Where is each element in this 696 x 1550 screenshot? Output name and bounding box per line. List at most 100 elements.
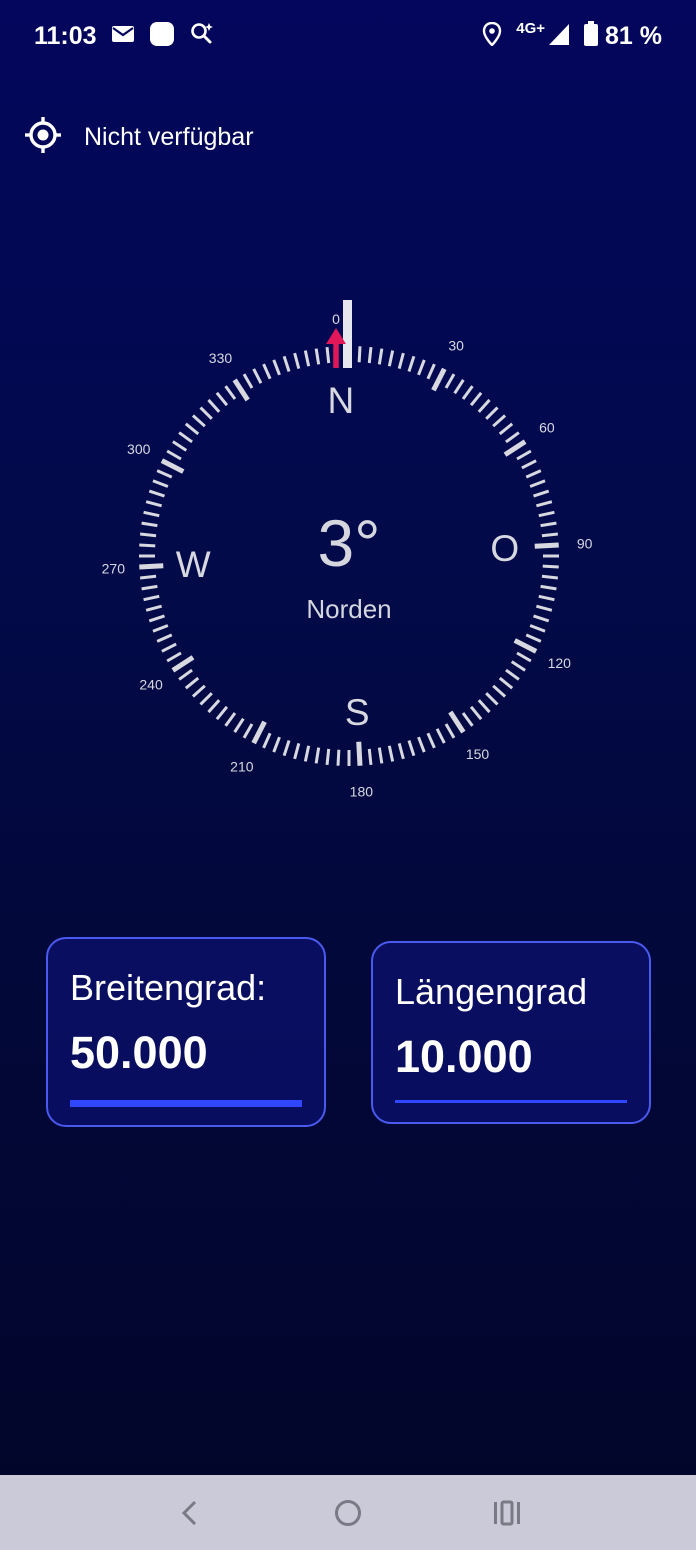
mail-icon [111,24,135,49]
status-bar-left: 11:03 [34,21,215,52]
minor-tick [525,633,542,643]
degree-label: 0 [332,311,340,327]
minor-tick [242,373,254,389]
minor-tick [536,604,553,612]
minor-tick [293,352,301,369]
back-button[interactable] [169,1493,209,1533]
status-bar: 11:03 4G+ 81 % [0,0,696,72]
recents-button[interactable] [487,1493,527,1533]
minor-tick [282,740,291,757]
longitude-card: Längengrad 10.000 [371,941,651,1124]
minor-tick [156,469,173,479]
minor-tick [377,348,384,365]
minor-tick [426,732,436,749]
minor-tick [498,676,514,690]
minor-tick [492,414,507,428]
minor-tick [145,604,162,612]
minor-tick [542,564,559,569]
minor-tick [252,368,263,384]
minor-tick [516,449,532,461]
signal-icon [547,22,571,51]
minor-tick [367,346,373,364]
minor-tick [178,431,193,444]
latitude-card: Breitengrad: 50.000 [46,937,326,1127]
minor-tick [357,346,362,363]
major-tick [356,741,363,766]
minor-tick [152,624,169,633]
minor-tick [397,352,405,369]
minor-tick [444,723,456,739]
minor-tick [541,574,559,580]
minor-tick [303,350,311,367]
minor-tick [492,684,507,698]
minor-tick [139,574,157,580]
minor-tick [387,350,395,367]
minor-tick [529,479,546,488]
minor-tick [156,633,173,643]
minor-tick [477,398,491,413]
minor-tick [485,406,499,420]
minor-tick [191,684,206,698]
minor-tick [444,373,456,389]
major-tick [503,439,527,457]
minor-tick [367,748,373,766]
network-type: 4G+ [516,19,546,37]
minor-tick [336,749,341,766]
minor-tick [538,510,555,518]
minor-tick [148,489,165,498]
minor-tick [541,532,559,538]
cardinal-label: W [176,544,211,585]
minor-tick [184,422,200,436]
minor-tick [166,449,182,461]
minor-tick [172,440,188,452]
minor-tick [536,500,553,508]
minor-tick [242,723,254,739]
minor-tick [453,379,465,395]
minor-tick [178,668,193,681]
minor-tick [325,748,331,766]
minor-tick [533,489,550,498]
minor-tick [407,740,416,757]
minor-tick [516,651,532,663]
minor-tick [387,745,395,762]
degree-label: 240 [139,677,163,693]
gps-crosshair-icon [24,116,62,159]
cardinal-label: S [345,692,370,733]
degree-label: 90 [577,536,593,552]
system-nav-bar [0,1475,696,1550]
minor-tick [191,414,206,428]
minor-tick [505,431,520,444]
latitude-value: 50.000 [70,1027,208,1078]
minor-tick [224,712,237,727]
heading-marker [343,300,352,368]
minor-tick [521,459,537,470]
major-tick [160,458,185,474]
degree-label: 120 [548,655,572,671]
major-tick [232,378,250,402]
minor-tick [199,406,213,420]
minor-tick [207,398,221,413]
longitude-label: Längengrad [395,971,588,1012]
home-button[interactable] [328,1493,368,1533]
degree-label: 180 [350,784,374,800]
degree-label: 60 [539,419,555,435]
minor-tick [485,692,499,706]
minor-tick [199,692,213,706]
cardinal-label: O [490,528,519,569]
minor-tick [461,385,474,400]
minor-tick [141,521,158,528]
degree-label: 270 [102,560,126,576]
minor-tick [262,732,272,749]
major-tick [448,710,466,734]
minor-tick [161,642,177,653]
minor-tick [426,363,436,380]
minor-tick [498,422,514,436]
minor-tick [540,521,557,528]
minor-tick [417,359,426,376]
minor-tick [145,500,162,508]
minor-tick [272,736,281,753]
location-status[interactable]: Nicht verfügbar [24,116,254,158]
minor-tick [143,594,160,602]
major-tick [171,655,195,673]
minor-tick [207,699,221,714]
